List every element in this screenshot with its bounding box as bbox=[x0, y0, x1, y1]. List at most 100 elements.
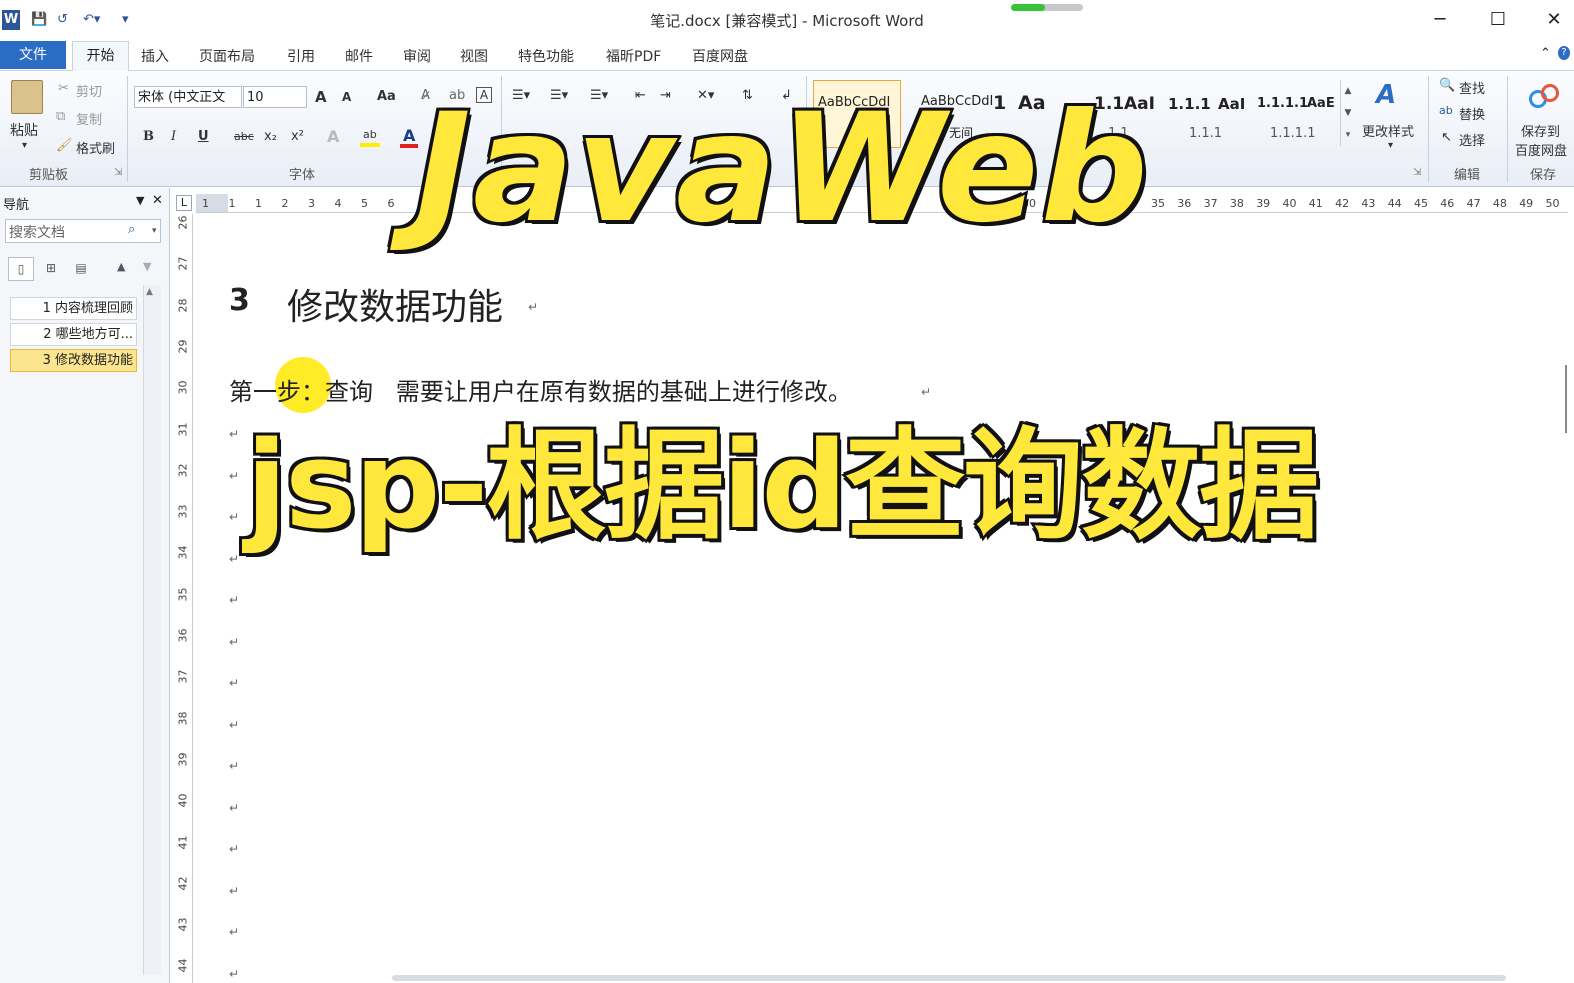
font-name-combo[interactable]: 宋体 (中文正文 bbox=[134, 86, 242, 108]
document-scroll-indicator[interactable] bbox=[1565, 365, 1567, 433]
tab-foxit-pdf[interactable]: 福昕PDF bbox=[606, 46, 661, 66]
ruler-tick: 49 bbox=[1519, 197, 1534, 210]
style-heading3-preview[interactable]: AaI bbox=[1218, 95, 1245, 113]
ruler-tick: 28 bbox=[176, 298, 190, 313]
select-button[interactable]: 选择 bbox=[1459, 130, 1485, 149]
style-gallery-scroll[interactable]: ▲ ▼ ▾ bbox=[1340, 80, 1355, 146]
browse-results-icon[interactable]: ▤ bbox=[68, 257, 94, 281]
replace-icon[interactable]: ab bbox=[1439, 104, 1453, 117]
replace-button[interactable]: 替换 bbox=[1459, 104, 1485, 123]
heading-number[interactable]: 3 bbox=[229, 283, 250, 318]
browse-pages-icon[interactable]: ⊞ bbox=[38, 257, 64, 281]
tab-file[interactable]: 文件 bbox=[0, 41, 66, 69]
overlay-title-javaweb: JavaWeb bbox=[413, 80, 1151, 259]
save-to-baidu-line1[interactable]: 保存到 bbox=[1521, 121, 1560, 140]
nav-pane-menu-icon[interactable]: ▼ bbox=[136, 194, 144, 207]
tab-page-layout[interactable]: 页面布局 bbox=[199, 46, 255, 66]
change-styles-icon[interactable]: A bbox=[1376, 80, 1396, 110]
paragraph-mark: ↵ bbox=[229, 427, 240, 441]
bold-button[interactable]: B bbox=[143, 129, 154, 144]
cut-icon[interactable]: ✂ bbox=[58, 81, 69, 96]
shrink-font-button[interactable]: A bbox=[342, 90, 351, 104]
nav-heading-item-selected[interactable]: 3 修改数据功能 bbox=[10, 349, 137, 372]
subscript-button[interactable]: x₂ bbox=[264, 129, 277, 144]
change-styles-dropdown-icon[interactable]: ▾ bbox=[1388, 140, 1393, 151]
nav-search-input[interactable]: 搜索文档 ⌕ ▾ bbox=[5, 219, 161, 243]
paste-button[interactable]: 粘贴 bbox=[10, 120, 38, 140]
ruler-tick: 35 bbox=[176, 587, 190, 602]
change-styles-button[interactable]: 更改样式 bbox=[1362, 121, 1414, 140]
ruler-tick: 3 bbox=[308, 197, 315, 210]
tab-selector-icon[interactable]: L bbox=[176, 195, 192, 211]
cut-button[interactable]: 剪切 bbox=[76, 81, 102, 100]
help-icon[interactable]: ? bbox=[1558, 46, 1570, 60]
font-size-combo[interactable]: 10 bbox=[243, 86, 307, 108]
maximize-button[interactable]: ☐ bbox=[1476, 6, 1520, 34]
ruler-tick: 38 bbox=[1229, 197, 1244, 210]
grow-font-button[interactable]: A bbox=[315, 88, 327, 106]
nav-heading-item[interactable]: 2 哪些地方可... bbox=[10, 323, 137, 346]
highlight-icon[interactable]: ab bbox=[360, 128, 382, 148]
heading-text[interactable]: 修改数据功能 bbox=[287, 278, 503, 330]
nav-heading-item[interactable]: 1 内容梳理回顾 bbox=[10, 297, 137, 320]
tab-insert[interactable]: 插入 bbox=[141, 46, 169, 66]
styles-launcher-icon[interactable]: ⇲ bbox=[1413, 167, 1421, 178]
ruler-tick: 42 bbox=[1335, 197, 1350, 210]
format-painter-button[interactable]: 格式刷 bbox=[76, 138, 115, 157]
horizontal-scrollbar[interactable] bbox=[392, 975, 1506, 981]
baidu-cloud-icon[interactable] bbox=[1527, 82, 1561, 110]
italic-button[interactable]: I bbox=[171, 129, 176, 144]
browse-headings-icon[interactable]: ▯ bbox=[8, 257, 34, 281]
ruler-tick: 40 bbox=[1282, 197, 1297, 210]
overlay-title-subtitle: jsp-根据id查询数据 bbox=[243, 415, 1321, 559]
collapse-ribbon-icon[interactable]: ⌃ bbox=[1540, 46, 1551, 61]
minimize-button[interactable]: ─ bbox=[1418, 6, 1462, 34]
close-button[interactable]: ✕ bbox=[1532, 6, 1574, 34]
style-heading4[interactable]: 1.1.1.1 bbox=[1257, 96, 1308, 111]
tab-mailings[interactable]: 邮件 bbox=[345, 46, 373, 66]
clipboard-launcher-icon[interactable]: ⇲ bbox=[114, 167, 122, 178]
tab-special-features[interactable]: 特色功能 bbox=[518, 46, 574, 66]
ruler-tick: 43 bbox=[1361, 197, 1376, 210]
nav-next-icon[interactable]: ▼ bbox=[143, 260, 151, 273]
text-effects-icon[interactable]: A bbox=[327, 127, 339, 146]
progress-fill bbox=[1011, 4, 1045, 11]
search-dropdown-icon[interactable]: ▾ bbox=[152, 226, 157, 236]
ruler-tick: 30 bbox=[176, 380, 190, 395]
search-icon[interactable]: ⌕ bbox=[128, 222, 135, 237]
paste-icon[interactable] bbox=[11, 80, 43, 114]
tab-references[interactable]: 引用 bbox=[287, 46, 315, 66]
nav-pane-close-icon[interactable]: ✕ bbox=[152, 193, 163, 208]
tab-baidu-netdisk[interactable]: 百度网盘 bbox=[692, 46, 748, 66]
nav-previous-icon[interactable]: ▲ bbox=[117, 260, 125, 273]
ruler-tick: 32 bbox=[176, 463, 190, 478]
paragraph-mark: ↵ bbox=[229, 883, 240, 898]
nav-scrollbar[interactable]: ▲ bbox=[143, 285, 161, 975]
copy-icon[interactable]: ⧉ bbox=[56, 109, 65, 124]
group-separator bbox=[1428, 76, 1429, 182]
tab-home[interactable]: 开始 bbox=[72, 41, 129, 71]
tab-review[interactable]: 审阅 bbox=[403, 46, 431, 66]
copy-button[interactable]: 复制 bbox=[76, 109, 102, 128]
paragraph-mark: ↵ bbox=[229, 966, 240, 981]
change-case-button[interactable]: Aa bbox=[377, 89, 396, 104]
vertical-ruler[interactable]: 26 27 28 29 30 31 32 33 34 35 36 37 38 39 40 41 42 43 44 bbox=[174, 214, 193, 983]
format-painter-icon[interactable]: 🖌 bbox=[56, 138, 73, 153]
paragraph-mark: ↵ bbox=[229, 842, 240, 856]
superscript-button[interactable]: x² bbox=[291, 129, 304, 144]
strikethrough-button[interactable]: abc bbox=[234, 130, 254, 143]
paragraph-mark: ↵ bbox=[229, 593, 240, 607]
paste-dropdown-icon[interactable]: ▾ bbox=[22, 140, 27, 151]
save-to-baidu-line2[interactable]: 百度网盘 bbox=[1515, 140, 1567, 159]
tab-view[interactable]: 视图 bbox=[460, 46, 488, 66]
scroll-up-icon[interactable]: ▲ bbox=[146, 287, 153, 297]
style-heading4-preview[interactable]: AaE bbox=[1307, 96, 1335, 111]
underline-button[interactable]: U bbox=[198, 129, 209, 144]
select-icon[interactable]: ↖ bbox=[1441, 130, 1452, 145]
ruler-tick: 41 bbox=[176, 835, 190, 849]
paragraph-mark: ↵ bbox=[229, 468, 240, 483]
find-button[interactable]: 查找 bbox=[1459, 78, 1485, 97]
paragraph-mark: ↵ bbox=[229, 800, 240, 815]
style-heading3[interactable]: 1.1.1 bbox=[1168, 95, 1211, 113]
find-icon[interactable]: 🔍 bbox=[1439, 78, 1455, 93]
